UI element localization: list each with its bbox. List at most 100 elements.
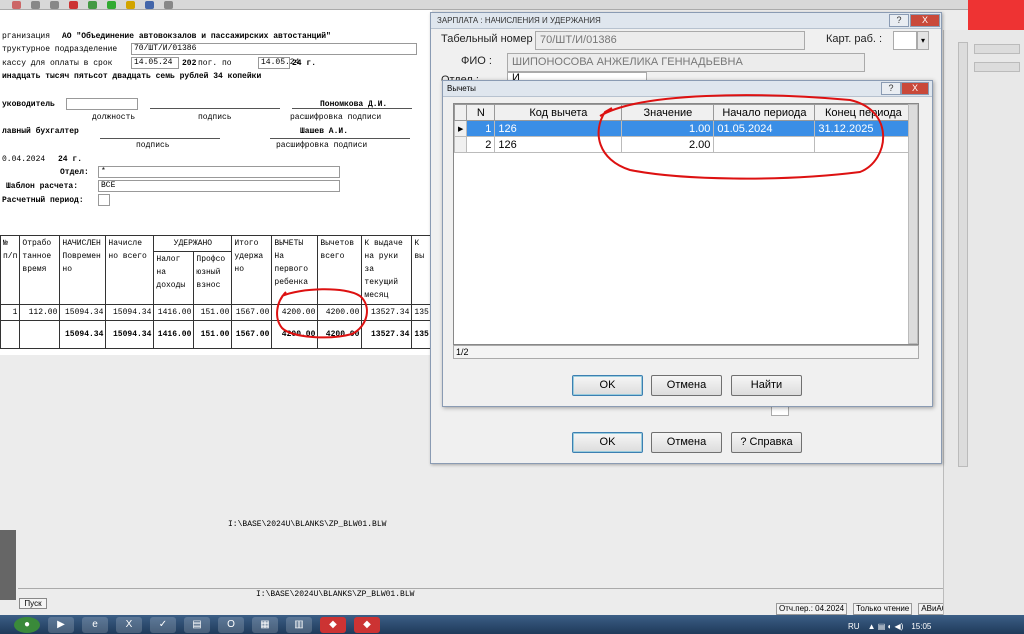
tool-icon[interactable] (107, 0, 116, 9)
tool-icon[interactable] (88, 0, 97, 9)
period-field (98, 194, 110, 206)
cell-code[interactable]: 126 (494, 120, 623, 137)
document-gray-area (0, 355, 432, 545)
decoding-line (292, 108, 412, 109)
cash-date-to-field: 14.05.24 (258, 57, 299, 69)
col-header-start[interactable]: Начало периода (713, 104, 816, 121)
row-counter: 1/2 (453, 345, 919, 359)
report-cell: 13527.34 (361, 320, 413, 349)
clock[interactable]: 15:05 (911, 622, 931, 631)
report-cell: 15094.34 (105, 320, 155, 349)
tool-icon[interactable] (69, 0, 78, 9)
tool-icon[interactable] (126, 0, 135, 9)
decoding-label-2: расшифровка подписи (276, 141, 368, 150)
report-cell: 4200.00 (317, 304, 363, 321)
browser-icon[interactable]: e (82, 616, 108, 633)
path-text: I:\BASE\2024U\BLANKS\ZP_BLW01.BLW (256, 590, 415, 599)
language-indicator[interactable]: RU (848, 622, 860, 631)
report-col-header: К выдаче на руки за текущий месяц (361, 235, 413, 305)
opera-icon[interactable]: O (218, 616, 244, 633)
red-corner-block (968, 0, 1024, 32)
col-header-value[interactable]: Значение (621, 104, 715, 121)
signature-label-2: подпись (136, 141, 170, 150)
report-cell: 112.00 (19, 304, 61, 321)
excel-icon[interactable]: X (116, 616, 142, 633)
media-player-icon[interactable]: ▶ (48, 616, 74, 633)
cell-n[interactable]: 1 (466, 120, 496, 137)
help-title-button[interactable]: ? (881, 82, 901, 95)
grid-app-icon[interactable]: ▥ (286, 616, 312, 633)
cancel-button[interactable]: Отмена (651, 432, 722, 453)
cell-start[interactable] (713, 136, 816, 153)
year-suffix: 24 г. (292, 59, 317, 68)
cell-code[interactable]: 126 (494, 136, 623, 153)
dept-label: Отдел: (60, 168, 89, 177)
row-pointer-icon: ▶ (453, 120, 468, 137)
close-button[interactable]: X (910, 14, 940, 27)
report-cell: 15094.34 (59, 304, 107, 321)
col-header-end[interactable]: Конец периода (814, 104, 913, 121)
report-col-header: № п/п (0, 235, 21, 305)
kart-label: Карт. раб. : (826, 33, 883, 45)
kart-dropdown-icon[interactable]: ▾ (917, 31, 929, 50)
grid-row[interactable]: ▶ 1 126 1.00 01.05.2024 31.12.2025 (453, 120, 913, 137)
system-tray: RU ▲ ▤ ◐ ◀) 15:05 (848, 619, 1024, 633)
status-period: Отч.пер.: 04.2024 (776, 603, 848, 615)
col-header-code[interactable]: Код вычета (494, 104, 623, 121)
report-total-row: 15094.34 15094.34 1416.00 151.00 1567.00… (0, 320, 432, 349)
scrollbar-h[interactable] (974, 44, 1020, 54)
report-col-header: Вычетов всего (317, 235, 363, 305)
ok-button[interactable]: OK (572, 375, 643, 396)
grid-scrollbar[interactable] (908, 104, 918, 344)
row-indicator (453, 136, 468, 153)
find-button[interactable]: Найти (731, 375, 802, 396)
close-button[interactable]: X (901, 82, 929, 95)
grid-header-row: N Код вычета Значение Начало периода Кон… (453, 104, 913, 121)
report-col-header: Начисле но всего (105, 235, 155, 305)
fio-field[interactable]: ШИПОНОСОВА АНЖЕЛИКА ГЕННАДЬЕВНА (507, 53, 865, 72)
calculator-icon[interactable]: ▦ (252, 616, 278, 633)
help-title-button[interactable]: ? (889, 14, 909, 27)
app-icon[interactable]: ✓ (150, 616, 176, 633)
cell-n[interactable]: 2 (466, 136, 496, 153)
report-cell: 151.00 (193, 304, 233, 321)
start-orb-icon[interactable]: ● (14, 616, 40, 633)
document-preview: рганизация АО "Объединение автовокзалов … (0, 10, 432, 355)
cancel-button[interactable]: Отмена (651, 375, 722, 396)
date-value: 0.04.2024 (2, 155, 46, 164)
col-header-n[interactable]: N (466, 104, 496, 121)
signature-line (150, 108, 280, 109)
cell-end[interactable]: 31.12.2025 (814, 120, 913, 137)
chief-label: лавный бухгалтер (2, 127, 79, 136)
app-icon-red[interactable]: ◆ (354, 616, 380, 633)
report-cell: 13527.34 (361, 304, 413, 321)
report-cell (19, 320, 61, 349)
tool-icon[interactable] (12, 0, 21, 9)
report-cell: 4200.00 (317, 320, 363, 349)
cell-start[interactable]: 01.05.2024 (713, 120, 816, 137)
start-button[interactable]: Пуск (19, 598, 47, 609)
cell-value[interactable]: 2.00 (621, 136, 715, 153)
template-label: Шаблон расчета: (6, 182, 79, 191)
scrollbar-h[interactable] (974, 62, 1020, 72)
report-cell: 1567.00 (231, 320, 273, 349)
cell-value[interactable]: 1.00 (621, 120, 715, 137)
grid-row[interactable]: 2 126 2.00 (453, 136, 913, 153)
report-cell (0, 320, 21, 349)
folder-icon[interactable]: ▤ (184, 616, 210, 633)
deductions-dialog: Вычеты ? X N Код вычета Значение Начало … (442, 80, 933, 407)
tab-number-field[interactable]: 70/ШТ/И/01386 (535, 31, 805, 50)
tool-icon[interactable] (164, 0, 173, 9)
kart-field[interactable] (893, 31, 917, 50)
cash-date-field: 14.05.24 (131, 57, 179, 69)
cell-end[interactable] (814, 136, 913, 153)
tool-icon[interactable] (50, 0, 59, 9)
path-bar: I:\BASE\2024U\BLANKS\ZP_BLW01.BLW (228, 520, 387, 529)
scrollbar[interactable] (958, 42, 968, 467)
tool-icon[interactable] (31, 0, 40, 9)
ok-button[interactable]: OK (572, 432, 643, 453)
help-button[interactable]: ? Справка (731, 432, 802, 453)
app-icon-red[interactable]: ◆ (320, 616, 346, 633)
tray-icons[interactable]: ▲ ▤ ◐ ◀) (868, 622, 904, 631)
tool-icon[interactable] (145, 0, 154, 9)
